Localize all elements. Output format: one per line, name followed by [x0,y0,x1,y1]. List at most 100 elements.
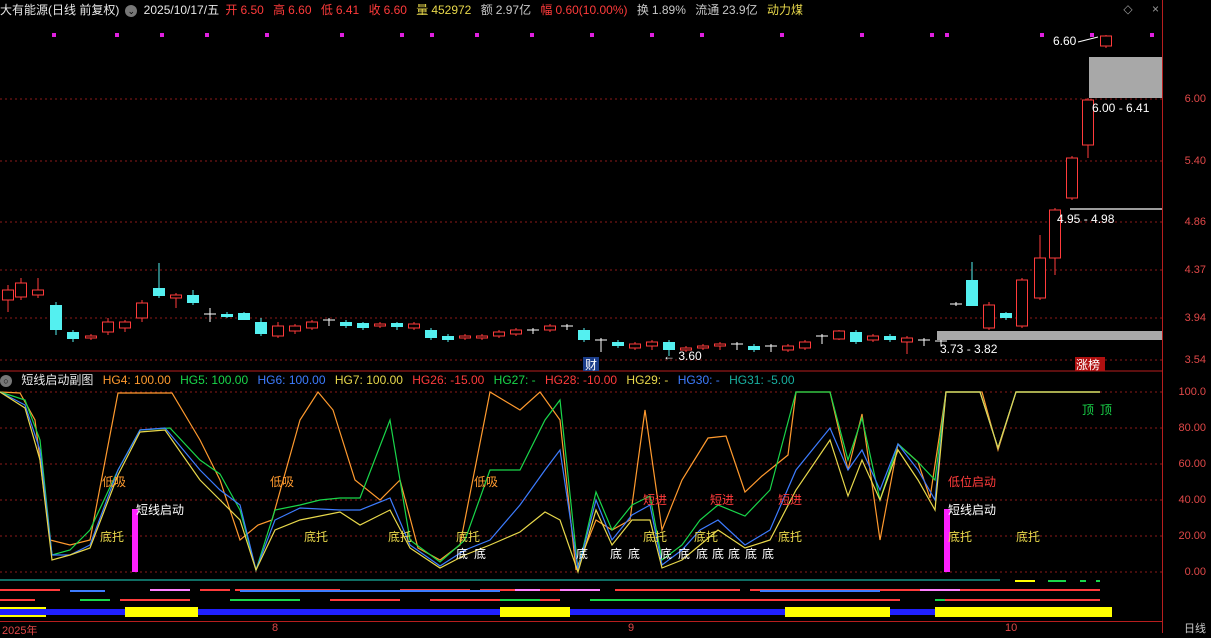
candle-body [408,323,420,329]
signal-di: 底 [660,546,672,561]
signal-duanjin: 短进 [778,493,802,507]
signal-duanxian: 短线启动 [136,503,184,517]
zone-top-label: 6.00 - 6.41 [1092,101,1150,115]
signal-dixi: 低吸 [102,475,126,489]
candle-body [119,321,131,329]
signal-di: 底 [628,546,640,561]
navy-strip [890,609,935,615]
price-tick: 6.00 [1184,93,1206,105]
signal-di: 底 [576,546,588,561]
candle-body [476,335,488,339]
price-tick: 3.54 [1184,354,1206,366]
candle-body [833,330,845,340]
candle-body [459,335,471,339]
pink-strip [560,589,600,591]
price-axis: 6.00 5.40 4.86 4.37 3.94 3.54 100.0 80.0… [1162,0,1211,636]
signal-di: 底 [696,546,708,561]
candle-body [748,346,760,350]
signal-dixi: 低吸 [270,475,294,489]
red-strip [430,599,560,601]
zone-low-label: 3.73 - 3.82 [940,342,998,356]
blue-series-line [0,391,1100,573]
zhangbang-badge: 涨榜 [1076,357,1100,372]
candle-body [67,332,79,339]
blue-strip [240,590,500,592]
candle-body [1016,279,1028,327]
candle-body [884,336,896,340]
signal-ding: 顶 [1100,403,1112,417]
time-tick: 10 [1005,622,1018,634]
candle-body [493,331,505,337]
green-strip [230,599,300,601]
red-strip [200,589,230,591]
signal-dituo: 底托 [643,529,667,544]
red-strip [940,599,1100,601]
pink-strip [150,589,190,591]
candle-body [1100,35,1112,47]
sub-tick: 40.00 [1178,494,1206,506]
candle-body [136,302,148,319]
candle-body [1066,157,1078,199]
param-hg7: HG7: 100.00 [334,373,403,387]
green-strip [590,599,680,601]
signal-dot [530,33,534,37]
candle-body [612,342,624,346]
signal-dot [265,33,269,37]
zone-top-box [1089,57,1162,98]
signal-dituo: 底托 [100,529,124,544]
signal-dituo: 底托 [304,529,328,544]
orange-series-line [0,390,1100,571]
candle-body [1000,313,1012,318]
kline-chart[interactable]: 6.00 - 6.41 4.95 - 4.98 3.73 - 3.82 6.60 ← 3… [0,0,1162,633]
signal-di: 底 [610,546,622,561]
candle-body [50,305,62,330]
settings-icon[interactable]: ○ [0,374,12,387]
signal-dot [1090,33,1094,37]
candle-body [983,304,995,329]
signal-dot [780,33,784,37]
candle-body [714,343,726,347]
yellow-strip [935,607,1112,617]
yellow-strip [1015,580,1035,582]
blue-strip [70,590,105,592]
signal-dot [430,33,434,37]
period-label[interactable]: 日线 [1184,620,1206,636]
candle-body [340,322,352,326]
sub-tick: 80.00 [1178,422,1206,434]
candle-body [782,345,794,351]
red-strip [680,599,900,601]
param-hg5: HG5: 100.00 [180,373,249,387]
sub-chart-title[interactable]: 短线启动副图 [21,373,93,387]
high-marker-label: 6.60 [1053,34,1077,48]
signal-dot [340,33,344,37]
candle-body [2,289,14,301]
candle-body [799,341,811,349]
candle-body [442,336,454,340]
param-hg29: HG29: - [626,373,669,387]
signal-di: 底 [474,546,486,561]
candle-body [697,345,709,349]
signal-bar [132,509,138,572]
green-strip [500,599,540,601]
signal-dituo: 底托 [778,529,802,544]
signal-dot [400,33,404,37]
signal-dituo: 底托 [388,529,412,544]
candle-body [221,314,233,317]
candle-body [1034,257,1046,299]
candle-body [867,335,879,341]
signal-duanxian: 短线启动 [948,503,996,517]
green-strip [1080,580,1086,582]
green-strip [1048,580,1066,582]
green-strip [1096,580,1100,582]
zone-low-box [937,331,1162,340]
signal-dituo: 底托 [456,529,480,544]
candle-body [238,313,250,320]
candle-body [15,282,27,298]
candle-body [357,323,369,328]
candle-body [32,289,44,296]
green-strip [80,599,110,601]
zone-mid-label: 4.95 - 4.98 [1057,212,1115,226]
signal-di: 底 [745,546,757,561]
pink-strip [515,589,540,591]
navy-strip [0,609,125,615]
